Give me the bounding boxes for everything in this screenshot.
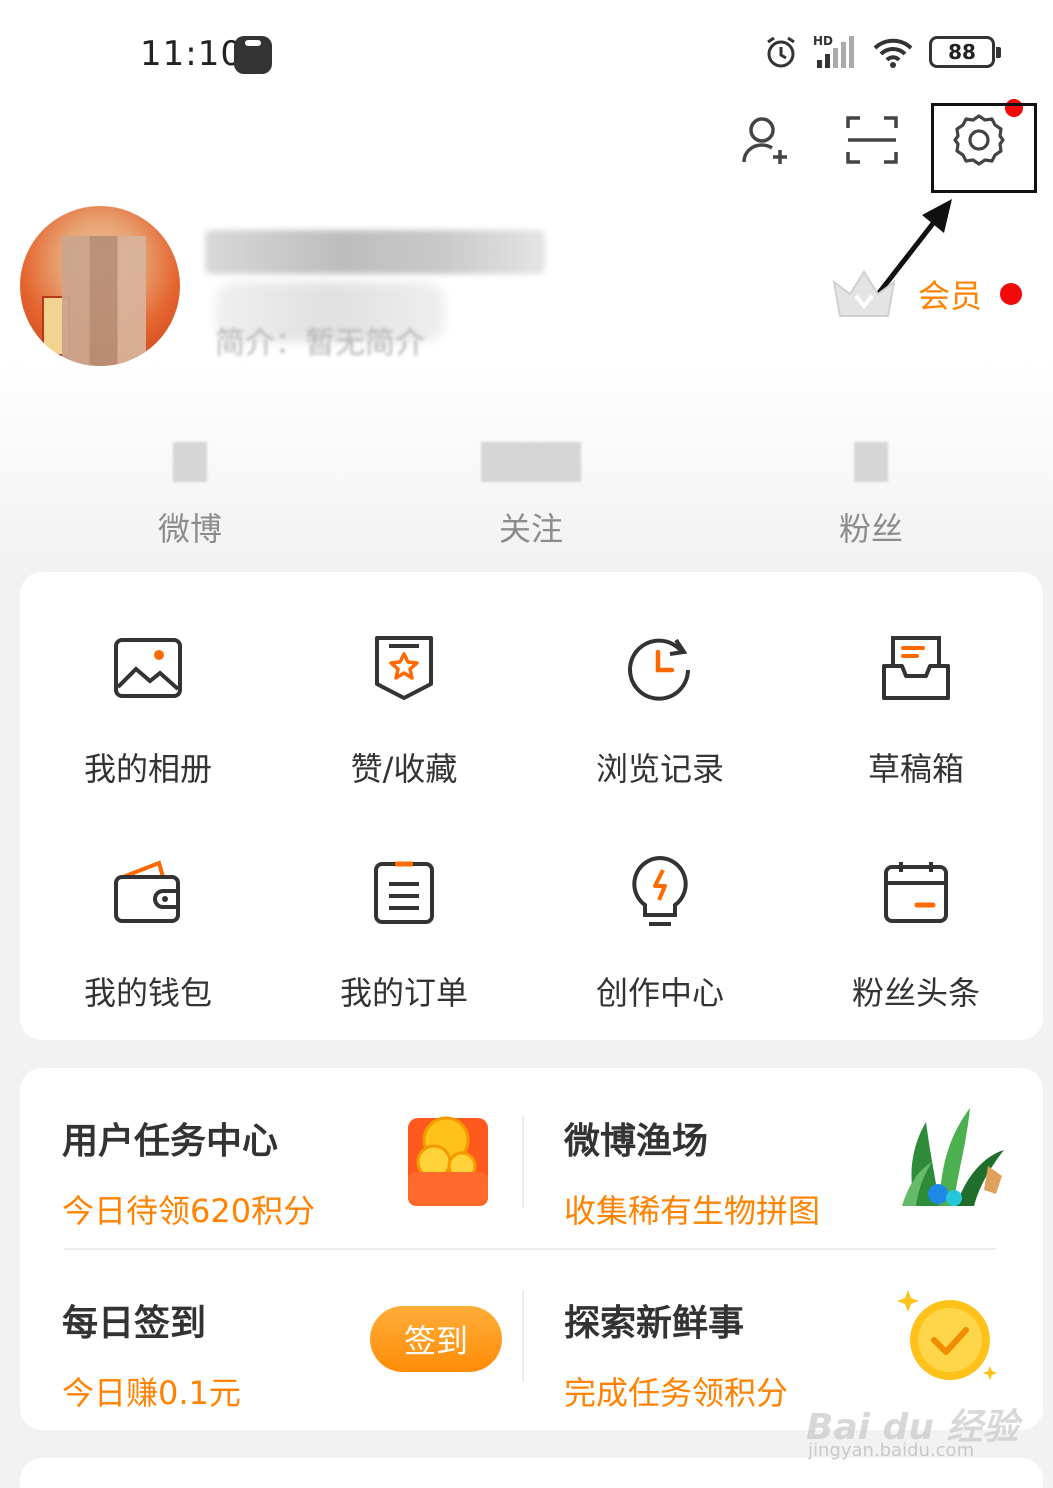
grid-item-fans-headline[interactable]: 粉丝头条 xyxy=(788,852,1044,1014)
task-explore[interactable]: 探索新鲜事 完成任务领积分 xyxy=(564,1294,788,1414)
shortcut-grid-card: 我的相册 赞/收藏 浏览记录 草稿箱 我的钱包 我的订单 创作中心 粉丝头条 xyxy=(20,572,1043,1040)
wifi-icon xyxy=(873,38,913,68)
stat-number-redacted xyxy=(854,442,888,482)
task-fishing[interactable]: 微博渔场 收集稀有生物拼图 xyxy=(564,1112,820,1232)
add-friend-button[interactable] xyxy=(734,108,798,172)
hd-signal-icon: HD xyxy=(813,34,854,68)
grid-label: 我的相册 xyxy=(83,750,212,788)
grid-label: 创作中心 xyxy=(595,974,724,1012)
bio-text[interactable]: 简介：暂无简介 xyxy=(215,318,425,362)
task-subtitle: 今日待领620积分 xyxy=(62,1192,316,1230)
task-title: 探索新鲜事 xyxy=(564,1303,745,1344)
avatar-pixelated-face xyxy=(62,236,146,366)
task-title: 微博渔场 xyxy=(564,1121,709,1162)
grid-label: 我的钱包 xyxy=(83,974,212,1012)
vip-entry[interactable]: 会员 xyxy=(828,266,1023,322)
task-title: 每日签到 xyxy=(62,1303,207,1344)
task-subtitle: 收集稀有生物拼图 xyxy=(564,1192,821,1230)
watermark-url: jingyan.baidu.com xyxy=(808,1440,975,1461)
stat-weibo[interactable]: 微博 xyxy=(70,442,310,550)
alarm-icon xyxy=(767,36,795,68)
divider xyxy=(64,1248,996,1250)
grid-label: 我的订单 xyxy=(339,974,468,1012)
scan-button[interactable] xyxy=(840,108,904,172)
stat-number-redacted xyxy=(481,442,581,482)
scan-icon xyxy=(846,116,898,164)
battery-icon: 88 xyxy=(929,36,1001,68)
album-icon xyxy=(114,638,182,698)
gold-check-icon xyxy=(897,1290,997,1380)
task-subtitle: 今日赚0.1元 xyxy=(62,1374,241,1412)
history-icon xyxy=(628,638,690,701)
grid-item-favorites[interactable]: 赞/收藏 xyxy=(276,628,532,790)
orders-icon xyxy=(374,861,434,924)
stat-following[interactable]: 关注 xyxy=(411,442,651,550)
task-card: 用户任务中心 今日待领620积分 微博渔场 收集稀有生物拼图 每日签到 今日赚0… xyxy=(20,1068,1043,1430)
grid-item-album[interactable]: 我的相册 xyxy=(20,628,276,790)
avatar[interactable] xyxy=(20,206,180,366)
task-daily-checkin[interactable]: 每日签到 今日赚0.1元 xyxy=(62,1294,241,1414)
grid-item-drafts[interactable]: 草稿箱 xyxy=(788,628,1044,790)
plant-icon xyxy=(902,1108,1004,1206)
favorite-icon xyxy=(375,636,433,700)
task-title: 用户任务中心 xyxy=(62,1121,279,1162)
next-card-peek xyxy=(20,1458,1043,1488)
grid-item-orders[interactable]: 我的订单 xyxy=(276,852,532,1014)
grid-item-history[interactable]: 浏览记录 xyxy=(532,628,788,790)
crown-icon xyxy=(832,270,896,317)
task-user-center[interactable]: 用户任务中心 今日待领620积分 xyxy=(62,1112,315,1232)
stat-fans[interactable]: 粉丝 xyxy=(751,442,991,550)
vip-label: 会员 xyxy=(918,277,983,315)
checkin-button[interactable]: 签到 xyxy=(370,1306,502,1372)
add-friend-icon xyxy=(742,117,787,164)
status-time: 11:10 xyxy=(140,34,243,74)
task-subtitle: 完成任务领积分 xyxy=(564,1374,789,1412)
grid-item-creator[interactable]: 创作中心 xyxy=(532,852,788,1014)
notification-app-icon xyxy=(234,36,272,74)
coin-box-icon xyxy=(408,1116,488,1206)
grid-item-wallet[interactable]: 我的钱包 xyxy=(20,852,276,1014)
grid-label: 赞/收藏 xyxy=(350,750,458,788)
stat-label: 粉丝 xyxy=(838,510,903,548)
drafts-icon xyxy=(882,636,950,700)
grid-label: 粉丝头条 xyxy=(851,974,980,1012)
grid-label: 草稿箱 xyxy=(867,750,964,788)
username-redacted[interactable] xyxy=(205,230,545,274)
stat-number-redacted xyxy=(173,442,207,482)
creator-bulb-icon xyxy=(632,855,688,926)
fans-headline-icon xyxy=(884,862,948,923)
divider xyxy=(522,1116,524,1208)
grid-label: 浏览记录 xyxy=(595,750,724,788)
stat-label: 微博 xyxy=(157,510,222,548)
svg-text:HD: HD xyxy=(813,34,833,48)
vip-notification-dot xyxy=(1000,283,1023,305)
divider xyxy=(522,1290,524,1382)
annotation-highlight-box xyxy=(931,103,1037,193)
stat-label: 关注 xyxy=(498,510,563,548)
wallet-icon xyxy=(114,860,180,923)
status-indicators: HD 88 xyxy=(763,34,1001,70)
